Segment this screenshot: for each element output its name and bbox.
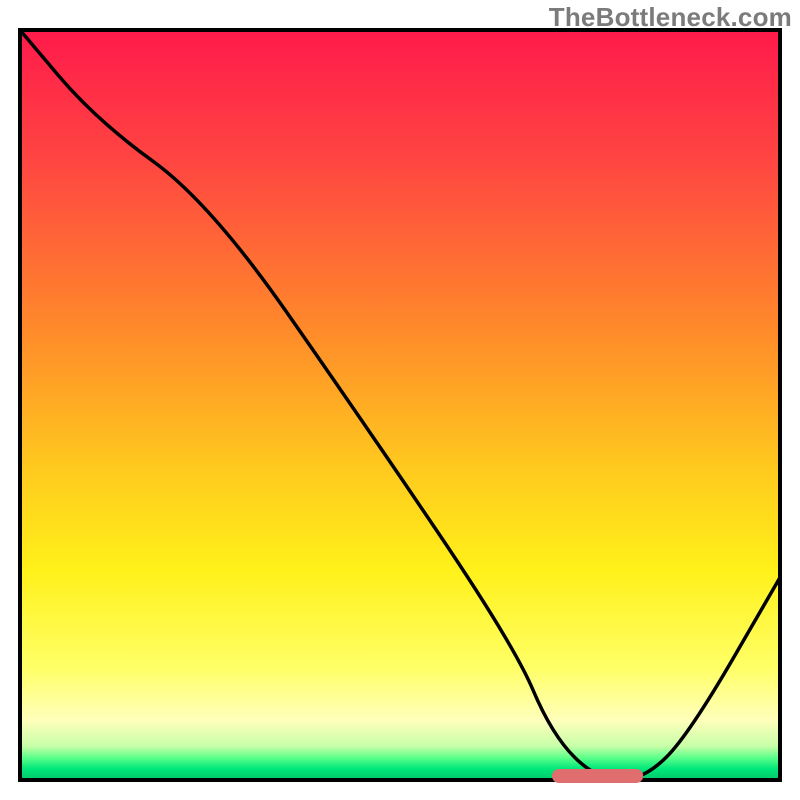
plot-background [20,30,780,780]
chart-container: TheBottleneck.com [0,0,800,800]
valley-marker [552,769,643,783]
watermark-text: TheBottleneck.com [549,2,792,33]
chart-svg [0,0,800,800]
